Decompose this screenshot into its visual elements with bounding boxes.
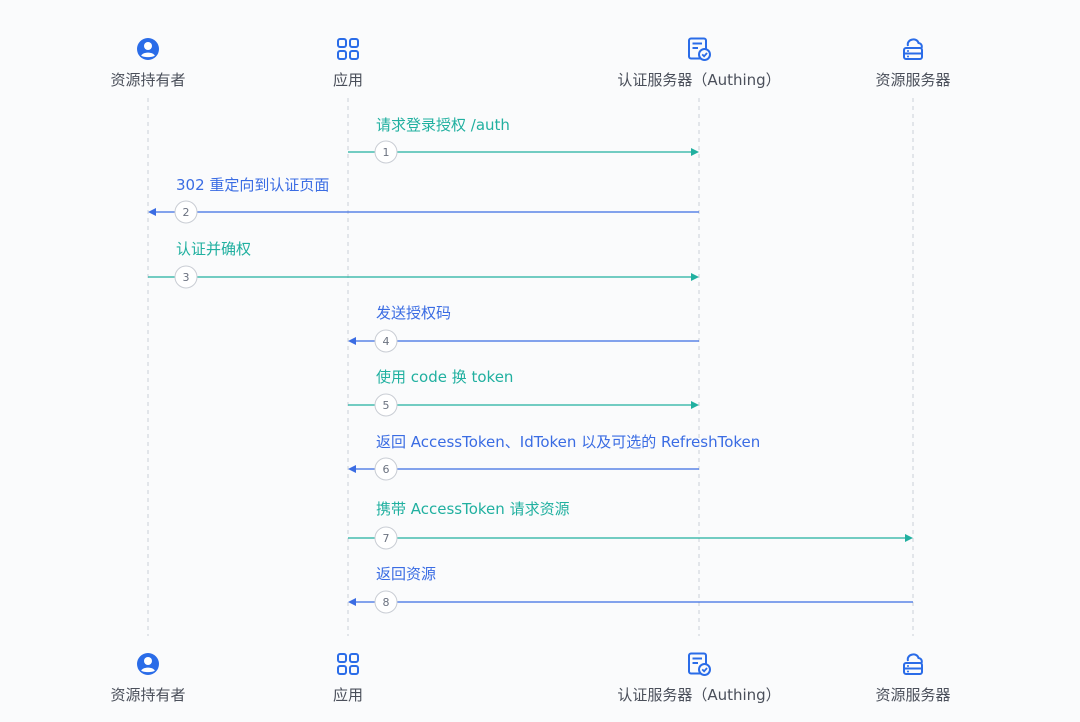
auth-server-icon bbox=[688, 37, 711, 61]
participant-label: 资源持有者 bbox=[110, 71, 185, 89]
participant-auth-bottom: 认证服务器（Authing） bbox=[617, 652, 781, 704]
step-number-badge: 6 bbox=[374, 457, 398, 481]
participant-label: 应用 bbox=[333, 71, 363, 89]
participant-owner-bottom: 资源持有者 bbox=[110, 653, 186, 704]
message-step-3: 3 认证并确权 bbox=[148, 240, 699, 289]
app-grid-icon bbox=[337, 38, 359, 60]
step-number: 2 bbox=[183, 206, 190, 219]
participant-label: 资源服务器 bbox=[875, 71, 950, 89]
arrow-head-icon bbox=[691, 148, 699, 156]
message-step-5: 5 使用 code 换 token bbox=[348, 368, 699, 417]
app-grid-icon bbox=[337, 653, 359, 675]
step-number-badge: 3 bbox=[174, 265, 198, 289]
arrow-head-icon bbox=[905, 534, 913, 542]
message-step-4: 4 发送授权码 bbox=[348, 304, 699, 353]
participant-label: 应用 bbox=[333, 686, 363, 704]
participant-app-bottom: 应用 bbox=[333, 653, 363, 704]
message-label: 认证并确权 bbox=[176, 240, 251, 258]
step-number-badge: 7 bbox=[374, 526, 398, 550]
step-number: 8 bbox=[383, 596, 390, 609]
user-circle-icon bbox=[137, 38, 159, 60]
step-number-badge: 4 bbox=[374, 329, 398, 353]
message-label: 发送授权码 bbox=[376, 304, 451, 322]
participant-app-top: 应用 bbox=[333, 38, 363, 89]
message-label: 请求登录授权 /auth bbox=[376, 116, 510, 134]
message-step-8: 8 返回资源 bbox=[348, 565, 913, 614]
participant-label: 资源服务器 bbox=[875, 686, 950, 704]
step-number-badge: 1 bbox=[374, 140, 398, 164]
cloud-server-icon bbox=[903, 38, 923, 60]
arrow-head-icon bbox=[348, 337, 356, 345]
diagram-canvas: 资源持有者 应用 认证服务器（Authing） 资源服务器资源持有者 应用 认证服务器（A… bbox=[110, 37, 951, 704]
step-number: 7 bbox=[383, 532, 390, 545]
message-label: 返回 AccessToken、IdToken 以及可选的 RefreshToke… bbox=[376, 433, 760, 451]
participant-label: 资源持有者 bbox=[110, 686, 185, 704]
participant-owner-top: 资源持有者 bbox=[110, 38, 186, 89]
step-number: 3 bbox=[183, 271, 190, 284]
participant-auth-top: 认证服务器（Authing） bbox=[617, 37, 781, 89]
message-step-7: 7 携带 AccessToken 请求资源 bbox=[348, 500, 913, 550]
auth-server-icon bbox=[688, 652, 711, 676]
participant-resource-top: 资源服务器 bbox=[875, 38, 951, 89]
step-number-badge: 2 bbox=[174, 200, 198, 224]
step-number: 1 bbox=[383, 146, 390, 159]
participant-resource-bottom: 资源服务器 bbox=[875, 653, 951, 704]
participant-label: 认证服务器（Authing） bbox=[617, 686, 780, 704]
sequence-diagram: 资源持有者 应用 认证服务器（Authing） 资源服务器 资源持有者 应用 认证服务器（A… bbox=[0, 0, 1080, 722]
participant-label: 认证服务器（Authing） bbox=[617, 71, 780, 89]
arrow-head-icon bbox=[148, 208, 156, 216]
arrow-head-icon bbox=[348, 465, 356, 473]
cloud-server-icon bbox=[903, 653, 923, 675]
step-number: 4 bbox=[383, 335, 390, 348]
step-number-badge: 8 bbox=[374, 590, 398, 614]
message-step-6: 6 返回 AccessToken、IdToken 以及可选的 RefreshTok… bbox=[348, 433, 760, 481]
step-number-badge: 5 bbox=[374, 393, 398, 417]
step-number: 6 bbox=[383, 463, 390, 476]
message-step-2: 2 302 重定向到认证页面 bbox=[148, 176, 699, 224]
message-label: 携带 AccessToken 请求资源 bbox=[376, 500, 570, 518]
message-label: 使用 code 换 token bbox=[376, 368, 513, 386]
user-circle-icon bbox=[137, 653, 159, 675]
arrow-head-icon bbox=[691, 401, 699, 409]
message-label: 返回资源 bbox=[376, 565, 436, 583]
message-label: 302 重定向到认证页面 bbox=[176, 176, 329, 194]
message-step-1: 1 请求登录授权 /auth bbox=[348, 116, 699, 164]
step-number: 5 bbox=[383, 399, 390, 412]
arrow-head-icon bbox=[691, 273, 699, 281]
arrow-head-icon bbox=[348, 598, 356, 606]
